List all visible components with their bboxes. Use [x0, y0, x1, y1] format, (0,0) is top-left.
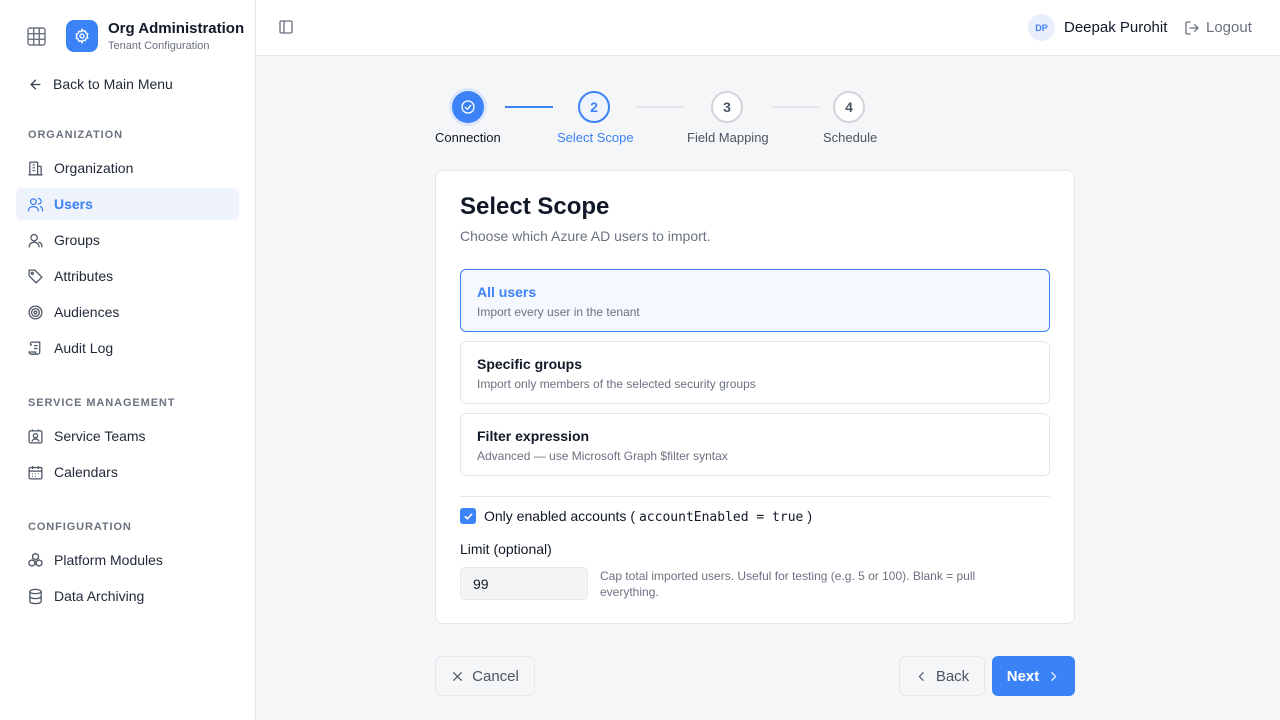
sidebar: Org Administration Tenant Configuration … [0, 0, 256, 720]
sidebar-item-label: Users [54, 196, 93, 212]
tag-icon [28, 268, 43, 284]
sidebar-item-label: Groups [54, 232, 100, 248]
step-2-circle: 2 [578, 91, 610, 123]
scroll-icon [28, 340, 41, 355]
sidebar-item-label: Audiences [54, 304, 120, 320]
enabled-accounts-code: accountEnabled = true [638, 509, 804, 525]
enabled-accounts-row: Only enabled accounts (accountEnabled = … [460, 507, 812, 525]
logout-label: Logout [1206, 19, 1252, 36]
top-bar: DP Deepak Purohit Logout [256, 0, 1280, 56]
chevron-right-icon [1051, 671, 1057, 681]
boxes-icon [28, 552, 43, 567]
sidebar-item-data-archiving[interactable]: Data Archiving [16, 580, 239, 612]
nav-section-organization: ORGANIZATION [28, 129, 123, 141]
cancel-button[interactable]: Cancel [435, 656, 535, 696]
target-icon [28, 304, 43, 320]
sidebar-item-calendars[interactable]: Calendars [16, 456, 239, 488]
sidebar-item-audit-log[interactable]: Audit Log [16, 332, 239, 364]
sidebar-item-label: Audit Log [54, 340, 114, 356]
cancel-label: Cancel [472, 667, 519, 685]
next-button[interactable]: Next [992, 656, 1075, 696]
users-icon [27, 197, 44, 212]
building-icon [28, 160, 43, 176]
back-label: Back [935, 667, 970, 685]
scope-option-filter-expression[interactable]: Filter expression Advanced — use Microso… [460, 413, 1050, 476]
sidebar-item-audiences[interactable]: Audiences [16, 296, 239, 328]
back-to-main-menu-link[interactable]: Back to Main Menu [28, 74, 173, 94]
logout-icon [1185, 20, 1199, 35]
step-4-label: Schedule [823, 130, 878, 145]
sidebar-item-label: Platform Modules [54, 552, 163, 568]
brand-area: Org Administration Tenant Configuration [0, 0, 256, 72]
calendar-icon [28, 465, 43, 480]
step-2-label: Select Scope [557, 130, 634, 145]
enabled-accounts-checkbox[interactable] [460, 508, 476, 524]
settings-gear-icon [66, 20, 98, 52]
enabled-accounts-label-text: Only enabled accounts ( [484, 507, 635, 524]
step-connector [636, 106, 684, 108]
avatar[interactable]: DP [1028, 14, 1055, 41]
select-scope-card: Select Scope Choose which Azure AD users… [435, 170, 1075, 624]
database-icon [29, 588, 42, 604]
scope-option-all-users[interactable]: All users Import every user in the tenan… [460, 269, 1050, 332]
option-title: Specific groups [477, 356, 583, 372]
sidebar-item-service-teams[interactable]: Service Teams [16, 420, 239, 452]
step-4-circle: 4 [833, 91, 865, 123]
sidebar-item-label: Calendars [54, 464, 118, 480]
enabled-accounts-label[interactable]: Only enabled accounts (accountEnabled = … [484, 508, 812, 525]
user-name[interactable]: Deepak Purohit [1064, 19, 1167, 36]
limit-help-text: Cap total imported users. Useful for tes… [600, 569, 976, 599]
arrow-left-icon [30, 79, 41, 89]
sidebar-item-attributes[interactable]: Attributes [16, 260, 239, 292]
brand-title: Org Administration [108, 20, 245, 37]
sidebar-item-platform-modules[interactable]: Platform Modules [16, 544, 239, 576]
contact-icon [28, 428, 43, 444]
brand-subtitle: Tenant Configuration [108, 40, 210, 52]
sidebar-item-users[interactable]: Users [16, 188, 239, 220]
close-icon [453, 671, 463, 681]
sidebar-item-label: Organization [54, 160, 134, 176]
step-3-label: Field Mapping [687, 130, 769, 145]
sidebar-item-groups[interactable]: Groups [16, 224, 239, 256]
option-description: Import only members of the selected secu… [477, 377, 756, 391]
user-group-icon [28, 233, 43, 248]
back-link-label: Back to Main Menu [53, 76, 173, 92]
step-connector [505, 106, 553, 108]
option-description: Import every user in the tenant [477, 305, 640, 319]
limit-input[interactable] [460, 567, 588, 600]
limit-label: Limit (optional) [460, 541, 552, 557]
step-1-circle [452, 91, 484, 123]
back-button[interactable]: Back [899, 656, 985, 696]
step-connector [771, 106, 819, 108]
step-3-circle: 3 [711, 91, 743, 123]
logout-button[interactable]: Logout [1184, 19, 1252, 36]
next-label: Next [1006, 667, 1040, 685]
option-title: Filter expression [477, 428, 590, 444]
enabled-accounts-label-suffix: ) [807, 507, 813, 524]
sidebar-item-label: Data Archiving [54, 588, 145, 604]
scope-option-specific-groups[interactable]: Specific groups Import only members of t… [460, 341, 1050, 404]
sidebar-item-organization[interactable]: Organization [16, 152, 239, 184]
option-description: Advanced — use Microsoft Graph $filter s… [477, 449, 728, 463]
checkmark-icon [463, 512, 473, 520]
page-title: Select Scope [460, 193, 610, 220]
sidebar-item-label: Service Teams [54, 428, 146, 444]
page-subtitle: Choose which Azure AD users to import. [460, 228, 711, 244]
chevron-left-icon [918, 671, 924, 681]
check-circle-icon [461, 100, 475, 114]
divider [460, 496, 1050, 497]
app-grid-icon[interactable] [26, 26, 46, 46]
nav-section-configuration: CONFIGURATION [28, 521, 132, 533]
option-title: All users [477, 284, 537, 300]
sidebar-toggle-icon[interactable] [278, 19, 296, 37]
sidebar-item-label: Attributes [54, 268, 114, 284]
nav-section-service-management: SERVICE MANAGEMENT [28, 397, 176, 409]
step-1-label: Connection [435, 130, 501, 145]
